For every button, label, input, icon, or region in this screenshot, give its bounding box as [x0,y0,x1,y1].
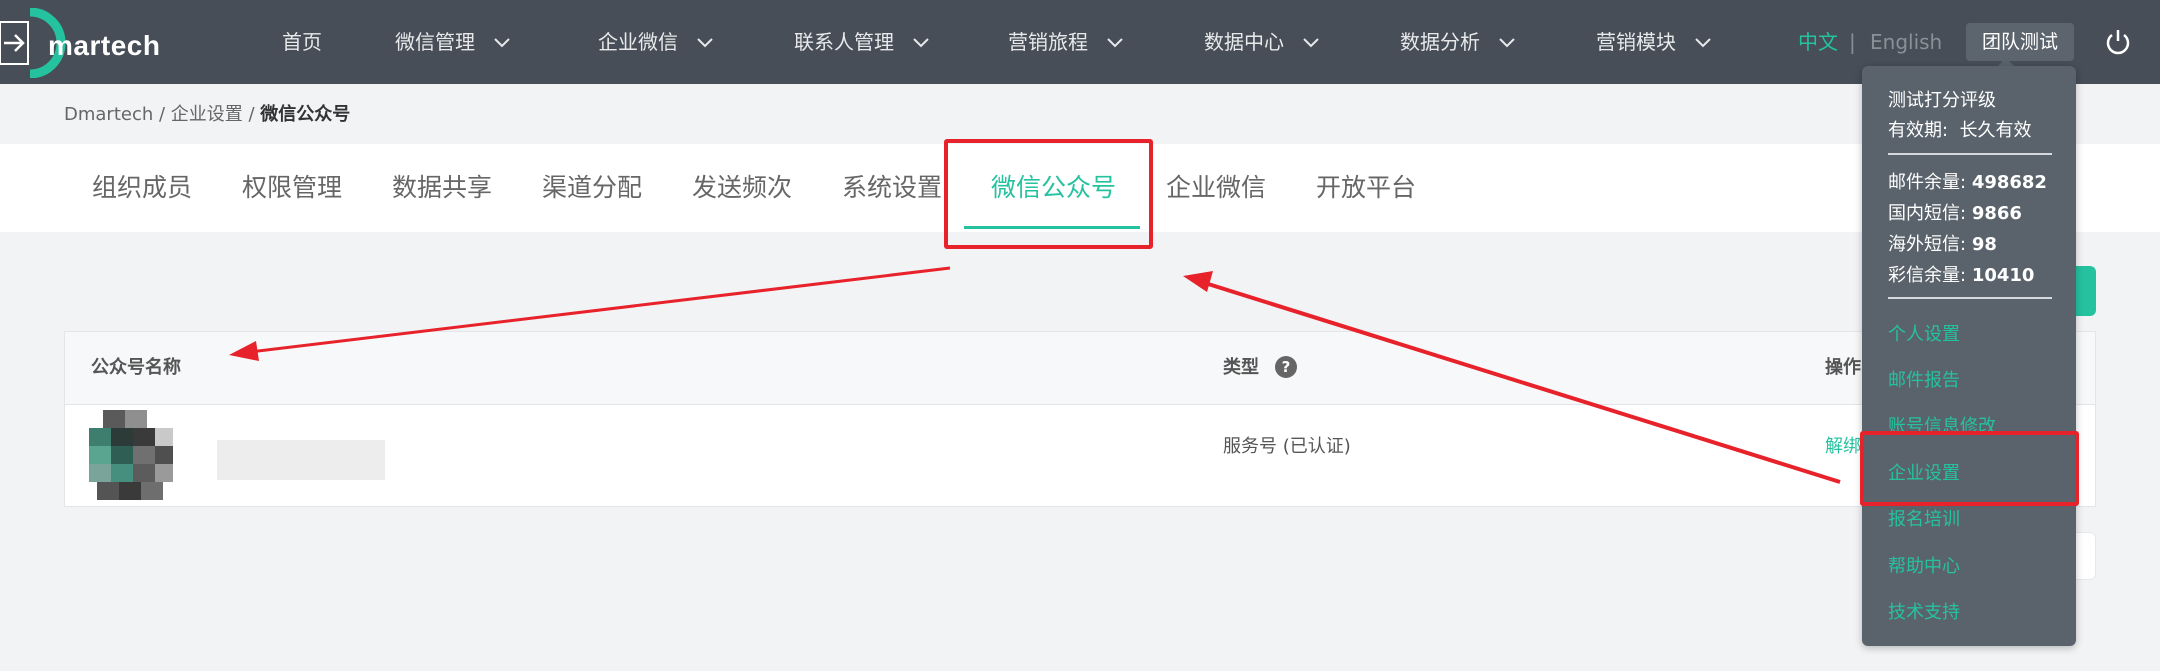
annotation-arrowhead [1183,271,1213,292]
annotation-arrows [229,266,1841,484]
annotation-arrowhead [229,341,259,361]
annotation-arrow-line [249,266,951,354]
annotation-arrow-line [1204,281,1841,484]
